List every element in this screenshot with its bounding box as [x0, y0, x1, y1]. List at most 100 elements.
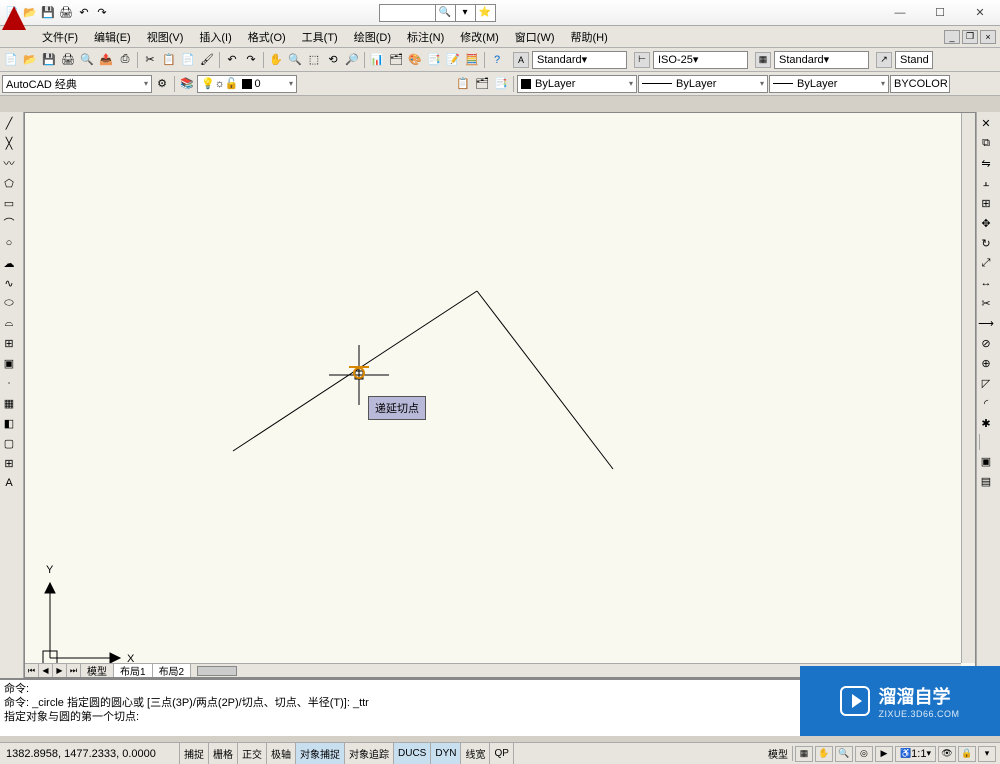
modify-extra-2[interactable]: ▤: [977, 472, 995, 490]
app-logo[interactable]: [0, 4, 28, 44]
region-icon[interactable]: ▢: [0, 434, 18, 452]
mtext-icon[interactable]: A: [0, 474, 18, 492]
zoom-realtime-icon[interactable]: 🔍: [286, 51, 304, 69]
pline-icon[interactable]: 〰: [0, 154, 18, 172]
tab-prev-icon[interactable]: ◀: [39, 664, 53, 677]
toggle-osnap[interactable]: 对象捕捉: [296, 743, 345, 764]
open-icon[interactable]: 📂: [21, 51, 39, 69]
workspace-settings-icon[interactable]: ⚙: [153, 75, 171, 93]
plotstyle-combo[interactable]: BYCOLOR: [890, 75, 950, 93]
tab-next-icon[interactable]: ▶: [53, 664, 67, 677]
calc-icon[interactable]: 🧮: [463, 51, 481, 69]
redo-icon[interactable]: ↷: [242, 51, 260, 69]
toggle-lwt[interactable]: 线宽: [461, 743, 490, 764]
mdi-restore[interactable]: ❐: [962, 30, 978, 44]
qat-undo-icon[interactable]: ↶: [76, 5, 92, 21]
toggle-otrack[interactable]: 对象追踪: [345, 743, 394, 764]
tab-last-icon[interactable]: ⏭: [67, 664, 81, 677]
ellipsearc-icon[interactable]: ⌓: [0, 314, 18, 332]
layer-tool-1-icon[interactable]: 📋: [454, 75, 472, 93]
toggle-polar[interactable]: 极轴: [267, 743, 296, 764]
layer-tool-2-icon[interactable]: 🗂: [473, 75, 491, 93]
layer-tool-3-icon[interactable]: 📑: [492, 75, 510, 93]
ellipse-icon[interactable]: ⬭: [0, 294, 18, 312]
copy-obj-icon[interactable]: ⧉: [977, 134, 995, 152]
maximize-button[interactable]: ☐: [920, 0, 960, 26]
menu-dimension[interactable]: 标注(N): [399, 26, 452, 48]
print-icon[interactable]: 🖨: [59, 51, 77, 69]
new-icon[interactable]: 📄: [2, 51, 20, 69]
layer-combo[interactable]: 💡 ☼ 🔓 0▾: [197, 75, 297, 93]
status-nav-icon[interactable]: ▦: [795, 746, 813, 762]
menu-draw[interactable]: 绘图(D): [346, 26, 399, 48]
menu-modify[interactable]: 修改(M): [452, 26, 507, 48]
status-steering-icon[interactable]: ◎: [855, 746, 873, 762]
help-icon[interactable]: ?: [488, 51, 506, 69]
undo-icon[interactable]: ↶: [223, 51, 241, 69]
status-pan-icon[interactable]: ✋: [815, 746, 833, 762]
preview-icon[interactable]: 🔍: [78, 51, 96, 69]
trim-icon[interactable]: ✂: [977, 294, 995, 312]
coordinates[interactable]: 1382.8958, 1477.2333, 0.0000: [0, 743, 180, 764]
props-icon[interactable]: 📊: [368, 51, 386, 69]
zoom-icon[interactable]: 🔎: [343, 51, 361, 69]
model-paper-toggle[interactable]: 模型: [764, 746, 793, 761]
xline-icon[interactable]: ╳: [0, 134, 18, 152]
menu-file[interactable]: 文件(F): [34, 26, 86, 48]
status-showmotion-icon[interactable]: ▶: [875, 746, 893, 762]
tool-palette-icon[interactable]: 🎨: [406, 51, 424, 69]
drawing-canvas[interactable]: X Y 递延切点 ⏮ ◀ ▶ ⏭ 模型 布局1 布局2: [24, 112, 976, 678]
menu-insert[interactable]: 插入(I): [191, 26, 239, 48]
hatch-icon[interactable]: ▦: [0, 394, 18, 412]
help-star-icon[interactable]: ⭐: [475, 5, 495, 21]
modify-extra-1[interactable]: ▣: [977, 452, 995, 470]
explode-icon[interactable]: ✱: [977, 414, 995, 432]
make-block-icon[interactable]: ▣: [0, 354, 18, 372]
menu-window[interactable]: 窗口(W): [507, 26, 563, 48]
dim-style-icon[interactable]: ⊢: [634, 52, 650, 68]
tab-layout1[interactable]: 布局1: [114, 664, 153, 677]
cut-icon[interactable]: ✂: [141, 51, 159, 69]
zoom-prev-icon[interactable]: ⟲: [324, 51, 342, 69]
zoom-window-icon[interactable]: ⬚: [305, 51, 323, 69]
match-icon[interactable]: 🖌: [198, 51, 216, 69]
toggle-dyn[interactable]: DYN: [431, 743, 461, 764]
chamfer-icon[interactable]: ◸: [977, 374, 995, 392]
offset-icon[interactable]: ⫠: [977, 174, 995, 192]
color-combo[interactable]: ByLayer▾: [517, 75, 637, 93]
toggle-grid[interactable]: 栅格: [209, 743, 238, 764]
scale-icon[interactable]: ⤢: [977, 254, 995, 272]
annotation-scale[interactable]: ♿1:1▾: [895, 746, 936, 762]
break-icon[interactable]: ⊘: [977, 334, 995, 352]
toggle-ducs[interactable]: DUCS: [394, 743, 431, 764]
fillet-icon[interactable]: ◜: [977, 394, 995, 412]
table-style-combo[interactable]: Standard▾: [774, 51, 869, 69]
qat-redo-icon[interactable]: ↷: [94, 5, 110, 21]
tab-model[interactable]: 模型: [81, 664, 114, 677]
spline-icon[interactable]: ∿: [0, 274, 18, 292]
search-icon[interactable]: 🔍: [435, 5, 455, 21]
status-tray-icon[interactable]: ▾: [978, 746, 996, 762]
mleader-style-combo[interactable]: Stand: [895, 51, 933, 69]
tb-icon-7[interactable]: ⎙: [116, 51, 134, 69]
mdi-close[interactable]: ×: [980, 30, 996, 44]
insert-block-icon[interactable]: ⊞: [0, 334, 18, 352]
dim-style-combo[interactable]: ISO-25▾: [653, 51, 748, 69]
menu-tools[interactable]: 工具(T): [294, 26, 346, 48]
lineweight-combo[interactable]: ByLayer▾: [769, 75, 889, 93]
polygon-icon[interactable]: ⬠: [0, 174, 18, 192]
paste-icon[interactable]: 📄: [179, 51, 197, 69]
toggle-qp[interactable]: QP: [490, 743, 513, 764]
rotate-icon[interactable]: ↻: [977, 234, 995, 252]
qat-print-icon[interactable]: 🖨: [58, 5, 74, 21]
arc-icon[interactable]: ⌒: [0, 214, 18, 232]
tab-layout2[interactable]: 布局2: [153, 664, 192, 677]
erase-icon[interactable]: ✕: [977, 114, 995, 132]
annotation-visibility-icon[interactable]: 👁: [938, 746, 956, 762]
mleader-style-icon[interactable]: ↗: [876, 52, 892, 68]
pan-icon[interactable]: ✋: [267, 51, 285, 69]
save-icon[interactable]: 💾: [40, 51, 58, 69]
close-button[interactable]: ✕: [960, 0, 1000, 26]
menu-edit[interactable]: 编辑(E): [86, 26, 139, 48]
rectangle-icon[interactable]: ▭: [0, 194, 18, 212]
